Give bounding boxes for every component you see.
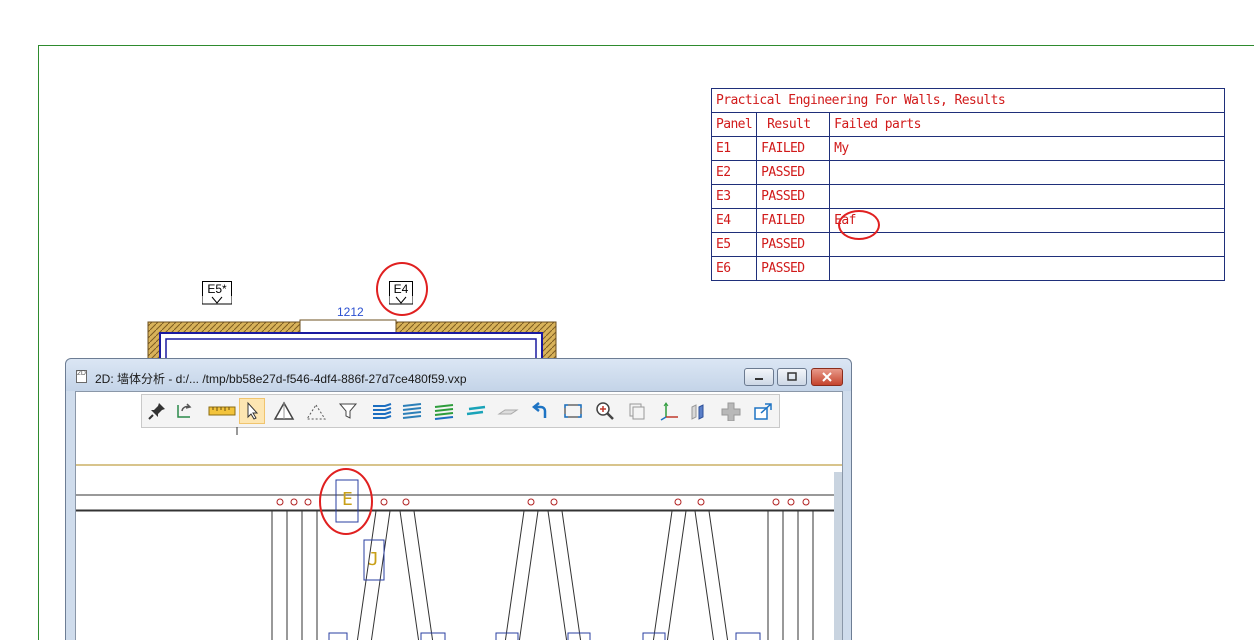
window-client-area[interactable]: E J	[75, 391, 843, 640]
maximize-button[interactable]	[777, 368, 807, 386]
close-icon	[822, 372, 832, 382]
window-titlebar[interactable]: 2D 2D: 墙体分析 - d:/... /tmp/bb58e27d-f546-…	[66, 359, 851, 391]
opening-gap	[299, 319, 397, 334]
element-j-label[interactable]: J	[368, 549, 379, 570]
minimize-button[interactable]	[744, 368, 774, 386]
analysis-window[interactable]: 2D 2D: 墙体分析 - d:/... /tmp/bb58e27d-f546-…	[65, 358, 852, 640]
drawing-view[interactable]	[76, 392, 843, 640]
window-app-icon: 2D	[76, 370, 87, 383]
close-button[interactable]	[811, 368, 843, 386]
window-title: 2D: 墙体分析 - d:/... /tmp/bb58e27d-f546-4df…	[95, 372, 467, 386]
vertical-scrollbar[interactable]	[834, 472, 842, 640]
highlight-circle-e	[319, 468, 373, 535]
drawing-canvas[interactable]: Practical Engineering For Walls, Results…	[0, 0, 1254, 640]
minimize-icon	[755, 378, 763, 380]
maximize-icon	[787, 372, 797, 381]
